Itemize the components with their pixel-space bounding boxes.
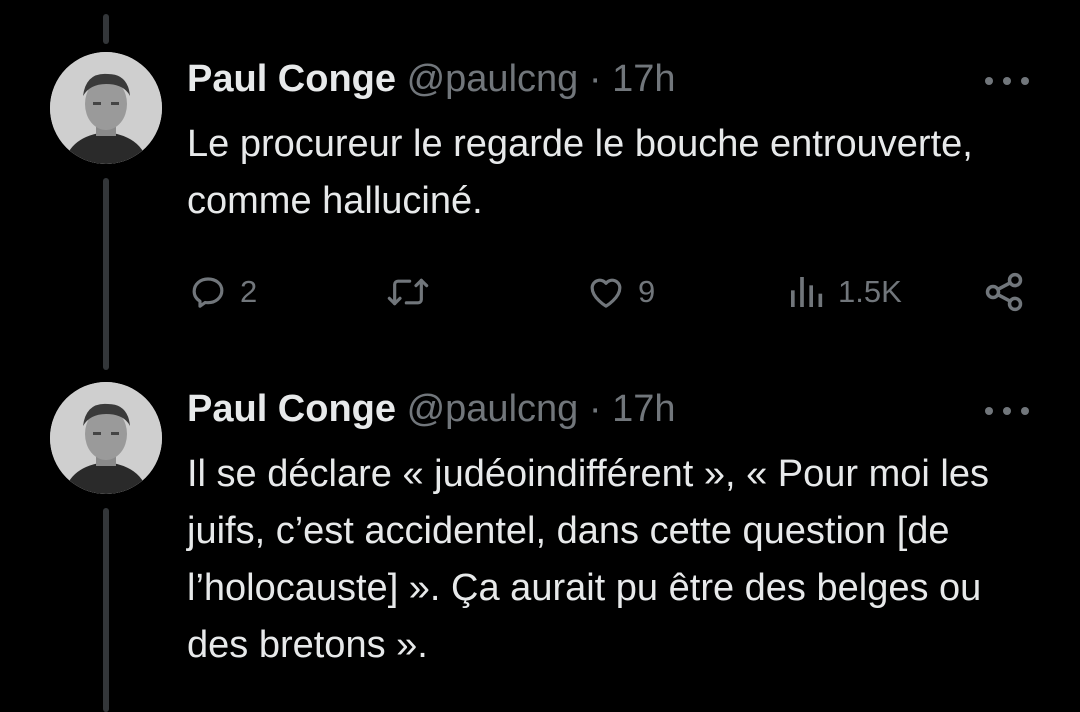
tweet-header: Paul Conge @paulcng · 17h (187, 56, 675, 102)
retweet-button[interactable] (386, 267, 442, 317)
tweet[interactable]: Paul Conge @paulcng · 17h Il se déclare … (0, 350, 1080, 712)
tweet-text: Il se déclare « judéoindifférent », « Po… (187, 453, 989, 666)
author-name[interactable]: Paul Conge (187, 388, 396, 430)
heart-icon (590, 278, 622, 308)
share-icon (985, 272, 1023, 312)
like-count: 9 (638, 274, 656, 309)
timestamp[interactable]: 17h (612, 58, 675, 100)
tweet-header: Paul Conge @paulcng · 17h (187, 386, 675, 432)
avatar-photo (50, 52, 162, 164)
author-name[interactable]: Paul Conge (187, 58, 396, 100)
tweet-text: Le procureur le regarde le bouche entrou… (187, 123, 973, 222)
like-button[interactable]: 9 (586, 267, 655, 317)
avatar[interactable] (50, 382, 162, 494)
views-chart-icon (791, 277, 823, 307)
more-options-icon[interactable] (985, 71, 1029, 91)
share-button[interactable] (982, 267, 1026, 317)
separator-dot: · (588, 58, 602, 100)
separator-dot: · (588, 388, 602, 430)
reply-icon (192, 277, 224, 308)
timestamp[interactable]: 17h (612, 388, 675, 430)
avatar[interactable] (50, 52, 162, 164)
thread-view: Paul Conge @paulcng · 17h Le procureur l… (0, 0, 1080, 712)
reply-count: 2 (240, 274, 258, 309)
reply-button[interactable]: 2 (188, 267, 257, 317)
author-handle[interactable]: @paulcng (407, 388, 579, 430)
author-handle[interactable]: @paulcng (407, 58, 579, 100)
more-options-icon[interactable] (985, 401, 1029, 421)
tweet-actions: 2 9 1.5K (0, 267, 1080, 317)
views-button[interactable]: 1.5K (786, 267, 902, 317)
views-count: 1.5K (838, 274, 902, 309)
avatar-photo (50, 382, 162, 494)
retweet-icon (387, 278, 429, 306)
tweet[interactable]: Paul Conge @paulcng · 17h Le procureur l… (0, 0, 1080, 350)
